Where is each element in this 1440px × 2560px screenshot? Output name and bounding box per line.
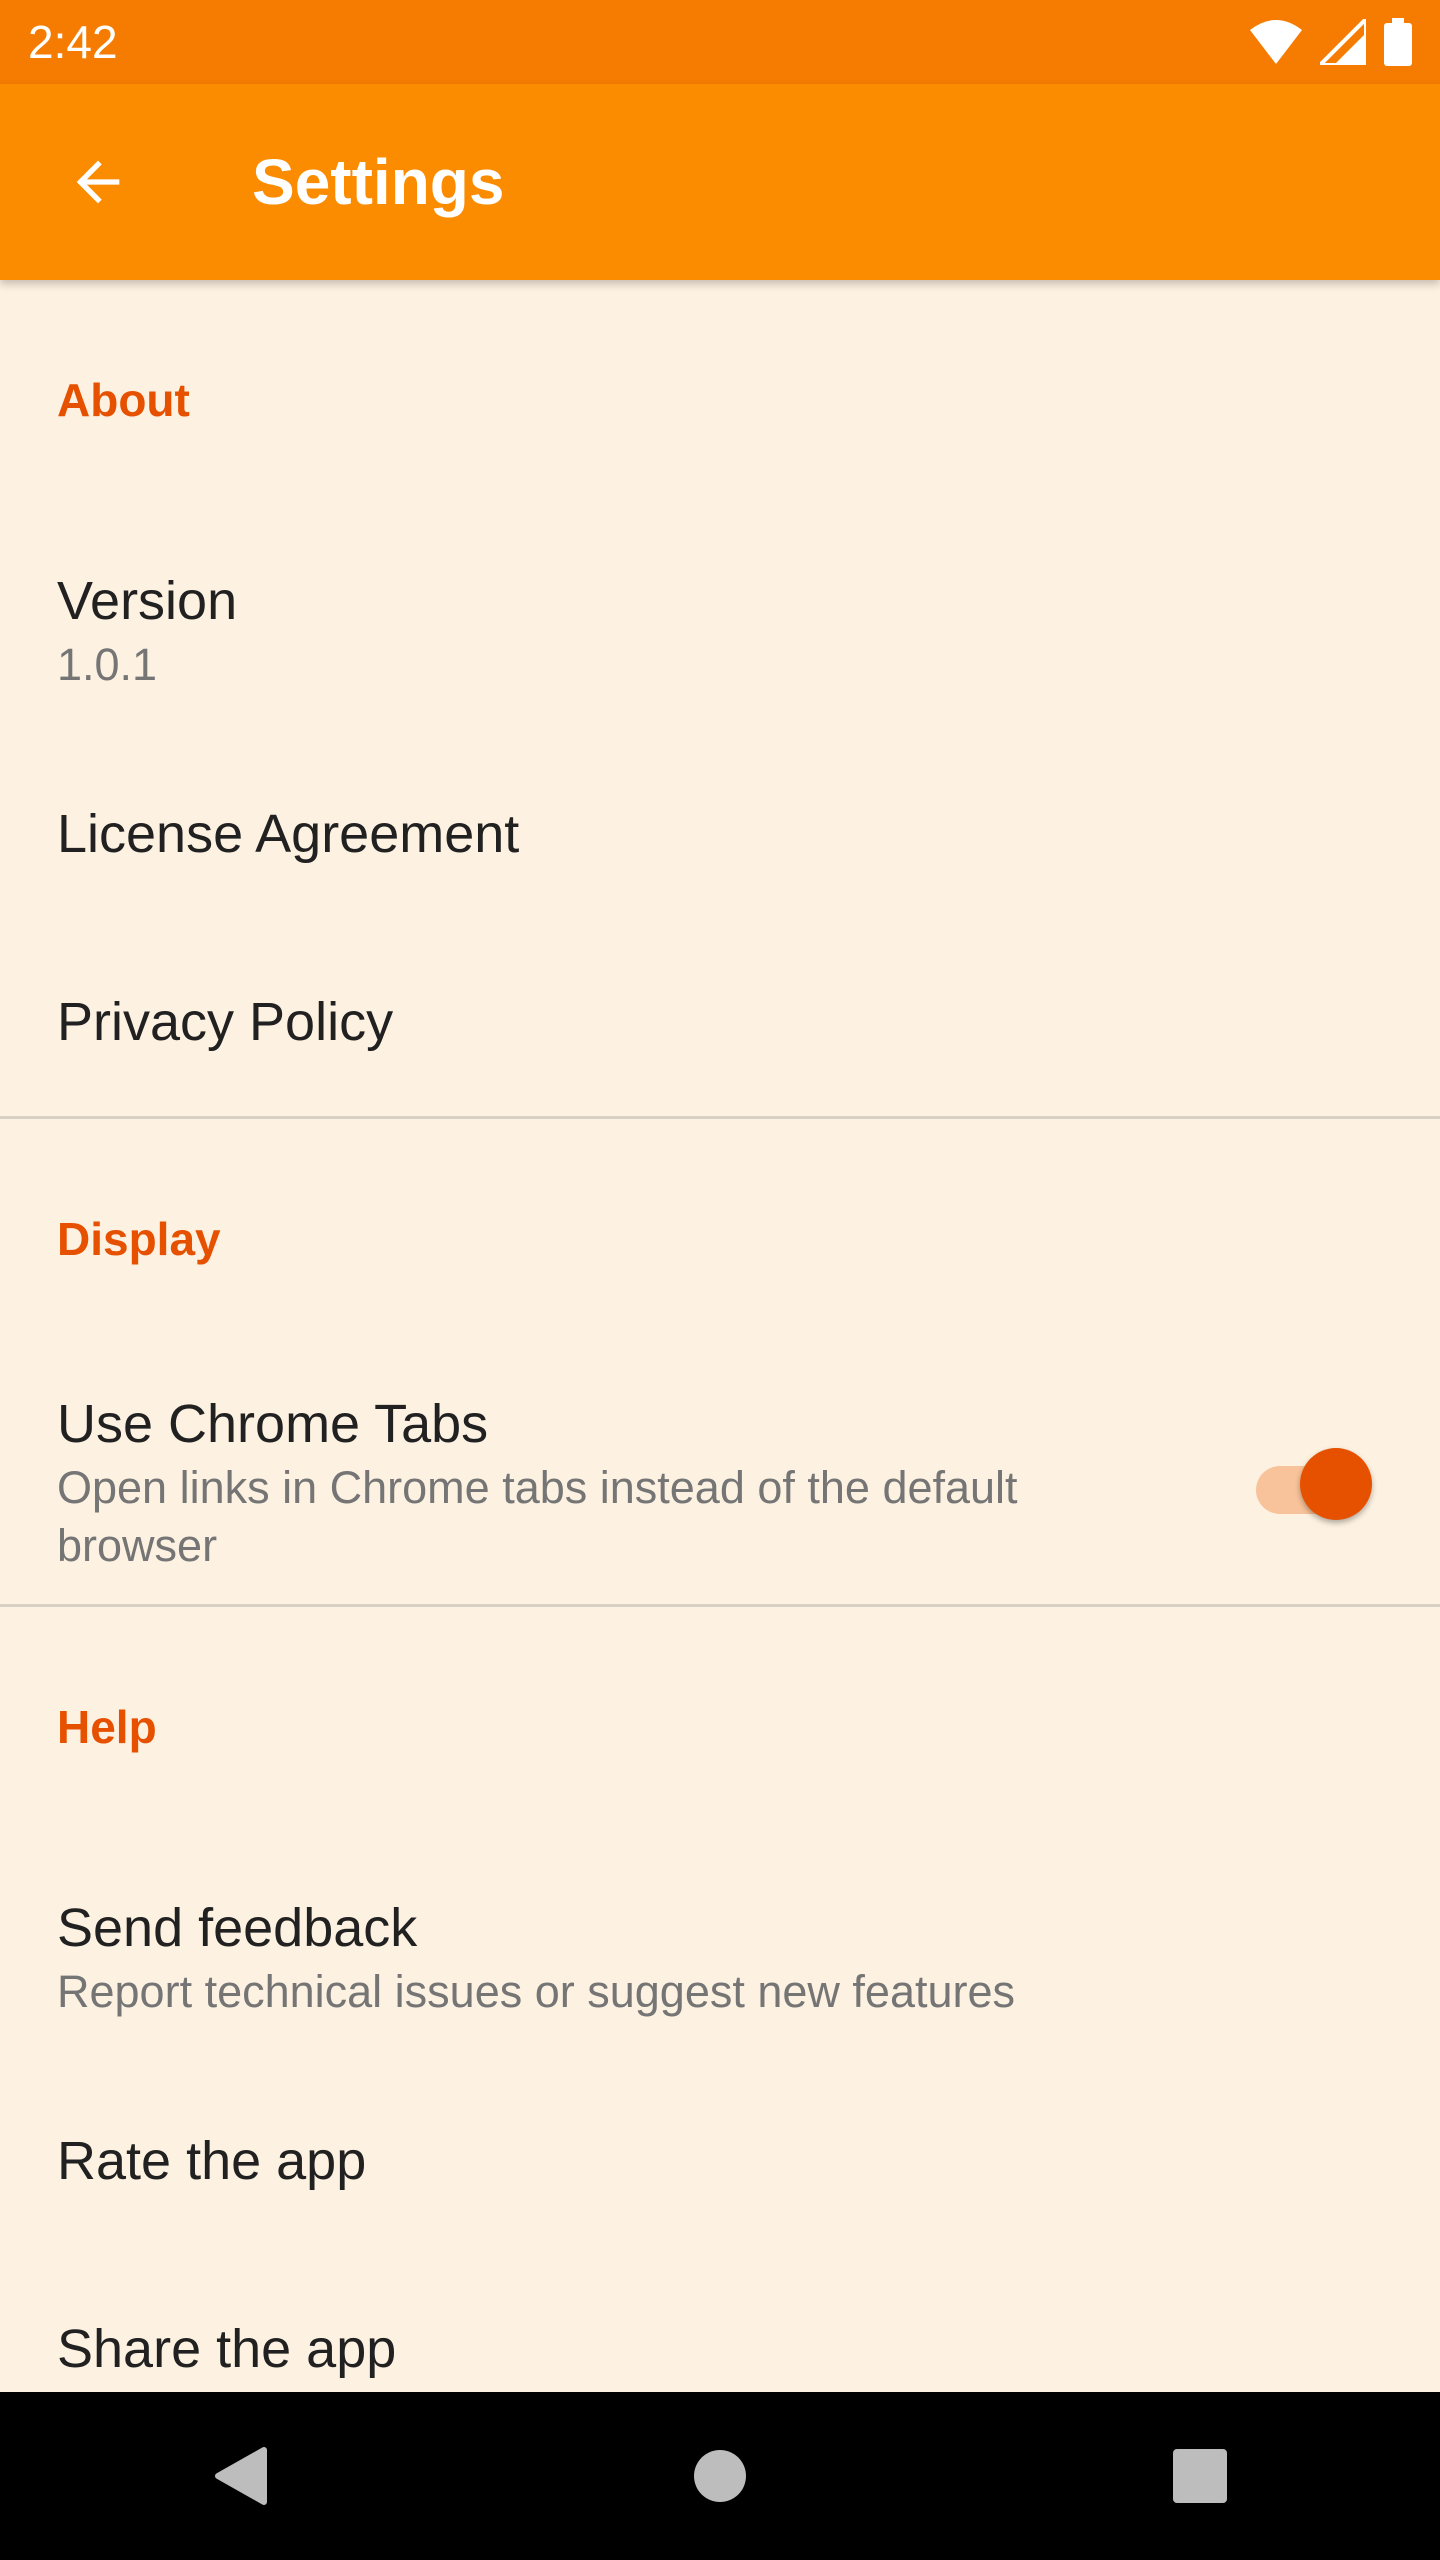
nav-back-button[interactable] xyxy=(180,2416,300,2536)
pref-title: Privacy Policy xyxy=(57,992,394,1052)
arrow-back-icon xyxy=(76,160,120,204)
chrome-tabs-toggle[interactable] xyxy=(1256,1442,1372,1522)
toggle-thumb xyxy=(1300,1447,1372,1520)
back-triangle-icon xyxy=(215,2447,267,2505)
pref-license-agreement[interactable]: License Agreement xyxy=(0,740,1440,928)
recents-square-icon xyxy=(1173,2449,1227,2503)
status-time: 2:42 xyxy=(28,16,118,68)
pref-title: Version xyxy=(57,571,238,631)
pref-title: Send feedback xyxy=(57,1898,418,1958)
back-button[interactable] xyxy=(0,84,196,280)
pref-title: Use Chrome Tabs xyxy=(57,1393,489,1454)
section-header-about: About xyxy=(57,374,190,426)
section-header-help: Help xyxy=(57,1701,157,1753)
pref-title: Share the app xyxy=(57,2319,397,2379)
pref-version[interactable]: Version 1.0.1 xyxy=(0,520,1440,740)
home-circle-icon xyxy=(694,2450,746,2502)
pref-title: Rate the app xyxy=(57,2131,367,2191)
page-title: Settings xyxy=(252,146,505,218)
wifi-icon xyxy=(1250,20,1302,64)
section-display: Display xyxy=(0,1119,1440,1359)
section-help: Help xyxy=(0,1607,1440,1847)
pref-rate-the-app[interactable]: Rate the app xyxy=(0,2067,1440,2255)
battery-icon xyxy=(1384,18,1412,66)
status-bar: 2:42 xyxy=(0,0,1440,84)
system-nav-bar xyxy=(0,2392,1440,2560)
pref-summary: Report technical issues or suggest new f… xyxy=(57,1966,1016,2017)
pref-title: License Agreement xyxy=(57,804,520,864)
section-header-display: Display xyxy=(57,1213,221,1265)
section-about: About xyxy=(0,280,1440,520)
pref-summary: 1.0.1 xyxy=(57,639,158,690)
pref-send-feedback[interactable]: Send feedback Report technical issues or… xyxy=(0,1847,1440,2067)
pref-privacy-policy[interactable]: Privacy Policy xyxy=(0,928,1440,1116)
settings-list: About Version 1.0.1 License Agreement Pr… xyxy=(0,280,1440,2443)
app-bar: Settings xyxy=(0,84,1440,280)
pref-use-chrome-tabs[interactable]: Use Chrome Tabs Open links in Chrome tab… xyxy=(0,1359,1440,1604)
pref-summary: Open links in Chrome tabs instead of the… xyxy=(57,1461,1018,1571)
nav-home-button[interactable] xyxy=(660,2416,780,2536)
status-icons xyxy=(1250,18,1412,66)
nav-recents-button[interactable] xyxy=(1140,2416,1260,2536)
signal-icon xyxy=(1320,19,1366,65)
